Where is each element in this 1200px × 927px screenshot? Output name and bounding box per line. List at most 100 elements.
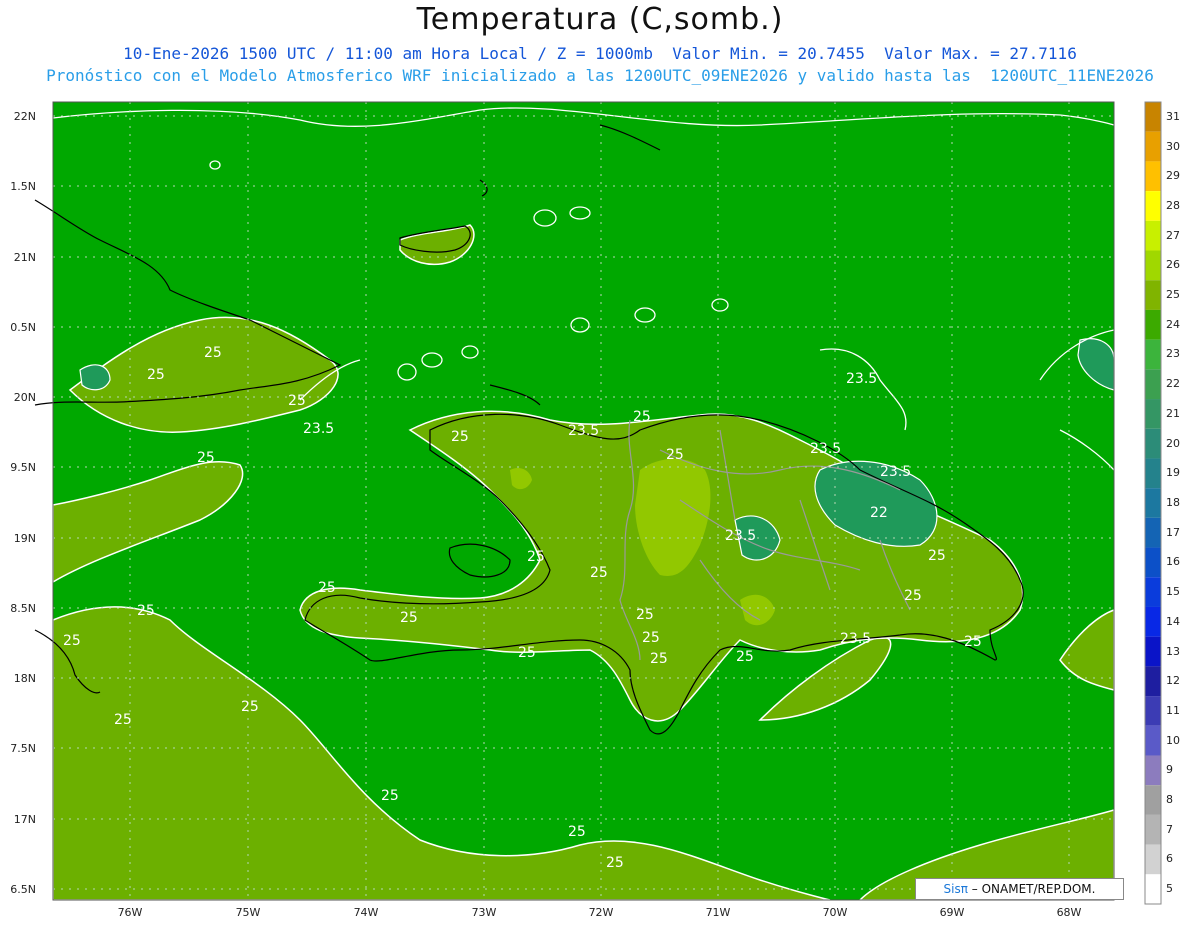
colorbar-cell [1145,606,1161,637]
credit-brand: Sisπ [943,882,968,896]
contour-label: 25 [114,712,132,728]
colorbar-cell [1145,428,1161,459]
colorbar-cell [1145,725,1161,756]
colorbar-cell [1145,666,1161,697]
colorbar-cell [1145,250,1161,281]
contour-label: 25 [633,409,651,425]
contour-label: 25 [568,824,586,840]
contour-label: 25 [288,393,306,409]
lat-label: 21N [13,251,36,264]
contour-label: 25 [241,699,259,715]
colorbar [1145,102,1161,904]
contour-label: 25 [527,549,545,565]
lon-label: 73W [471,906,497,919]
lat-label: 18N [13,672,36,685]
colorbar-cell [1145,369,1161,400]
contour-label: 25 [904,588,922,604]
colorbar-cell [1145,636,1161,667]
contour-label: 23.5 [846,371,877,387]
colorbar-cell [1145,517,1161,548]
colorbar-label: 23 [1166,347,1180,361]
contour-label: 25 [400,610,418,626]
colorbar-label: 30 [1166,139,1180,153]
credit-text: – ONAMET/REP.DOM. [971,882,1096,896]
lon-label: 68W [1056,906,1082,919]
colorbar-label: 19 [1166,466,1180,480]
lat-label: 8.5N [10,602,36,615]
contour-label: 22 [870,505,888,521]
contour-label: 25 [590,565,608,581]
lat-label: 17N [13,813,36,826]
contour-label: 25 [650,651,668,667]
colorbar-cell [1145,191,1161,221]
colorbar-label: 31 [1166,109,1180,123]
colorbar-label: 22 [1166,377,1180,391]
contour-label: 25 [642,630,660,646]
colorbar-cell [1145,220,1161,251]
contour-label: 23.5 [810,441,841,457]
colorbar-label: 16 [1166,555,1180,569]
colorbar-cell [1145,488,1161,518]
colorbar-label: 12 [1166,674,1180,688]
colorbar-label: 26 [1166,258,1180,272]
colorbar-label: 6 [1166,852,1173,866]
colorbar-cell [1145,844,1161,875]
colorbar-label: 24 [1166,317,1180,331]
lat-label: 0.5N [10,321,36,334]
colorbar-label: 8 [1166,793,1173,807]
contour-label: 25 [197,450,215,466]
contour-label: 25 [63,633,81,649]
lon-label: 74W [353,906,379,919]
contour-label: 23.5 [303,421,334,437]
lat-label: 9.5N [10,461,36,474]
contour-label: 25 [318,580,336,596]
lon-label: 69W [939,906,965,919]
colorbar-label: 15 [1166,585,1180,599]
contour-label: 25 [736,649,754,665]
contour-label: 25 [606,855,624,871]
lat-label: 22N [13,110,36,123]
colorbar-cell [1145,131,1161,162]
colorbar-label: 13 [1166,644,1180,658]
contour-label: 25 [451,429,469,445]
colorbar-label: 20 [1166,436,1180,450]
colorbar-label: 5 [1166,882,1173,896]
contour-label: 25 [137,603,155,619]
colorbar-label: 28 [1166,198,1180,212]
contour-label: 25 [147,367,165,383]
colorbar-cell [1145,280,1161,310]
colorbar-cell [1145,755,1161,786]
colorbar-label: 29 [1166,169,1180,183]
contour-label: 23.5 [840,631,871,647]
colorbar-label: 14 [1166,614,1180,628]
lat-label: 1.5N [10,180,36,193]
contour-label: 25 [928,548,946,564]
lon-label: 70W [822,906,848,919]
colorbar-cell [1145,458,1161,489]
colorbar-label: 27 [1166,228,1180,242]
colorbar-cell [1145,547,1161,578]
cool-patch-westcuba [79,364,111,391]
credit-box: Sisπ – ONAMET/REP.DOM. [915,878,1124,900]
colorbar-label: 7 [1166,822,1173,836]
lat-label: 7.5N [10,742,36,755]
lat-label: 20N [13,391,36,404]
lon-label: 71W [705,906,731,919]
colorbar-cell [1145,399,1161,429]
lon-label: 75W [235,906,261,919]
contour-label: 25 [666,447,684,463]
colorbar-label: 11 [1166,703,1180,717]
lat-label: 6.5N [10,883,36,896]
colorbar-cell [1145,696,1161,726]
colorbar-cell [1145,102,1161,132]
contour-label: 25 [636,607,654,623]
colorbar-label: 9 [1166,763,1173,777]
colorbar-cell [1145,161,1161,192]
lon-label: 76W [117,906,143,919]
colorbar-label: 18 [1166,496,1180,509]
contour-label: 25 [964,634,982,650]
colorbar-cell [1145,874,1161,904]
colorbar-label: 10 [1166,733,1180,747]
contour-label: 23.5 [568,423,599,439]
colorbar-cell [1145,814,1161,845]
